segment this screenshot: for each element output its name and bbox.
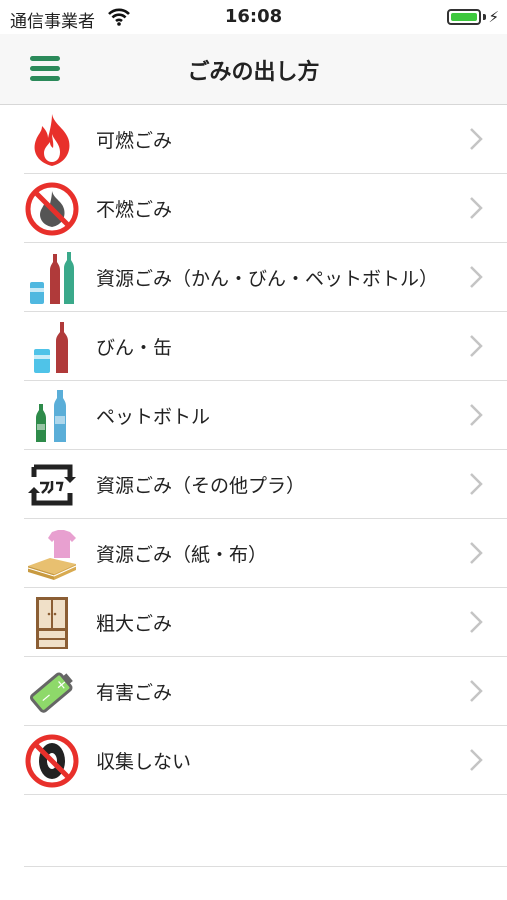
battery-icon [447,9,481,25]
item-label: ペットボトル [96,406,211,428]
garbage-category-list: 可燃ごみ 不燃ごみ 資源ごみ（かん・びん・ペットボトル） びん・缶 ペットボトル… [0,105,507,795]
paper-cloth-icon [27,530,77,580]
battery-icon: − + [29,672,73,713]
bottle-can-icon [34,322,68,373]
item-label: びん・缶 [96,337,173,359]
page-title: ごみの出し方 [187,60,320,85]
chevron-right-icon [470,542,483,564]
list-item-resource-paper-cloth[interactable]: 資源ごみ（紙・布） [0,519,507,588]
chevron-right-icon [470,473,483,495]
list-item-non-burnable[interactable]: 不燃ごみ [0,174,507,243]
plastic-recycle-icon [28,464,76,506]
chevron-right-icon [470,266,483,288]
status-bar: 通信事業者 16:08 ⚡ [0,0,507,34]
chevron-right-icon [470,197,483,219]
bottles-cans-icon [30,252,74,304]
chevron-right-icon [470,335,483,357]
item-label: 可燃ごみ [96,130,173,152]
list-item-resource-plastic[interactable]: 資源ごみ（その他プラ） [0,450,507,519]
bottom-divider [24,866,507,867]
flame-icon [34,114,70,166]
no-burn-icon [25,182,79,236]
cabinet-icon [36,597,68,649]
chevron-right-icon [470,128,483,150]
item-label: 資源ごみ（かん・びん・ペットボトル） [96,268,439,290]
charging-icon: ⚡ [488,8,499,26]
status-time: 16:08 [224,6,283,27]
item-label: 資源ごみ（紙・布） [96,544,268,566]
item-label: 有害ごみ [96,682,173,704]
list-item-bulky[interactable]: 粗大ごみ [0,588,507,657]
chevron-right-icon [470,680,483,702]
pet-bottles-icon [36,390,66,442]
item-label: 不燃ごみ [96,199,173,221]
list-item-not-collected[interactable]: 収集しない [0,726,507,795]
list-item-hazardous[interactable]: − + 有害ごみ [0,657,507,726]
item-label: 収集しない [96,751,192,773]
chevron-right-icon [470,404,483,426]
item-label: 資源ごみ（その他プラ） [96,475,306,497]
chevron-right-icon [470,749,483,771]
item-label: 粗大ごみ [96,613,173,635]
battery-cap [483,14,486,20]
list-item-bottles-cans[interactable]: びん・缶 [0,312,507,381]
list-item-burnable[interactable]: 可燃ごみ [0,105,507,174]
list-item-resource-bottles[interactable]: 資源ごみ（かん・びん・ペットボトル） [0,243,507,312]
nav-bar: ごみの出し方 [0,34,507,105]
list-item-pet-bottles[interactable]: ペットボトル [0,381,507,450]
chevron-right-icon [470,611,483,633]
no-collection-tire-icon [25,734,79,788]
